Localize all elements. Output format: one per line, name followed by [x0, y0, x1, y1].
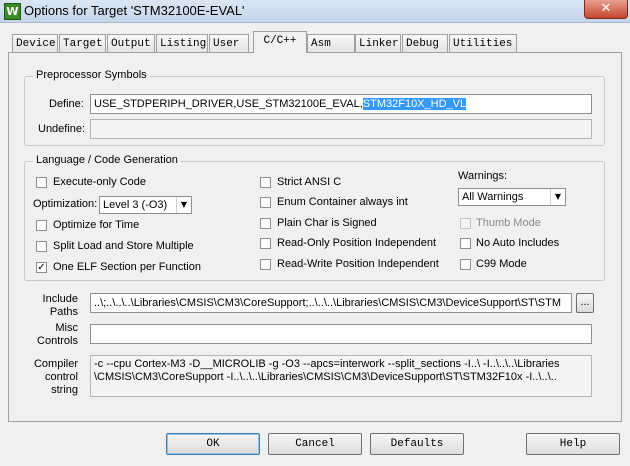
one-elf-checkbox[interactable]: ✓: [36, 262, 47, 273]
language-group-label: Language / Code Generation: [33, 154, 181, 166]
window-title: Options for Target 'STM32100E-EVAL': [24, 3, 245, 18]
tab-output[interactable]: Output: [107, 34, 155, 52]
rw-position-label: Read-Write Position Independent: [277, 258, 439, 270]
tab-user[interactable]: User: [209, 34, 249, 52]
ok-button[interactable]: OK: [166, 433, 260, 455]
optimization-label: Optimization:: [33, 198, 98, 210]
enum-container-label: Enum Container always int: [277, 196, 408, 208]
define-input[interactable]: USE_STDPERIPH_DRIVER,USE_STM32100E_EVAL,…: [90, 94, 592, 114]
no-auto-includes-checkbox[interactable]: [460, 238, 471, 249]
c99-mode-label: C99 Mode: [476, 258, 527, 270]
checkmark-icon: ✓: [37, 262, 46, 273]
warnings-label: Warnings:: [458, 170, 508, 182]
enum-container-checkbox[interactable]: [260, 197, 271, 208]
plain-char-label: Plain Char is Signed: [277, 217, 377, 229]
plain-char-checkbox[interactable]: [260, 218, 271, 229]
c99-mode-checkbox[interactable]: [460, 259, 471, 270]
chevron-down-icon: ▼: [176, 197, 191, 213]
execute-only-checkbox[interactable]: [36, 177, 47, 188]
help-button[interactable]: Help: [526, 433, 620, 455]
thumb-mode-label: Thumb Mode: [476, 217, 541, 229]
split-load-checkbox[interactable]: [36, 241, 47, 252]
optimization-value: Level 3 (-O3): [103, 199, 168, 211]
compiler-control-text[interactable]: -c --cpu Cortex-M3 -D__MICROLIB -g -O3 -…: [90, 355, 592, 397]
ro-position-label: Read-Only Position Independent: [277, 237, 436, 249]
strict-ansi-checkbox[interactable]: [260, 177, 271, 188]
optimize-time-checkbox[interactable]: [36, 220, 47, 231]
strict-ansi-label: Strict ANSI C: [277, 176, 342, 188]
preprocessor-group-label: Preprocessor Symbols: [33, 69, 150, 81]
define-value: USE_STDPERIPH_DRIVER,USE_STM32100E_EVAL,: [94, 98, 363, 110]
defaults-button[interactable]: Defaults: [370, 433, 464, 455]
misc-controls-label: Misc Controls: [37, 322, 78, 347]
tab-utilities[interactable]: Utilities: [449, 34, 517, 52]
include-paths-input[interactable]: ..\;..\..\..\Libraries\CMSIS\CM3\CoreSup…: [90, 293, 572, 313]
thumb-mode-checkbox[interactable]: [460, 218, 471, 229]
define-label: Define:: [49, 98, 84, 110]
tab-c-cpp[interactable]: C/C++: [253, 31, 307, 53]
browse-include-button[interactable]: ...: [576, 293, 594, 313]
execute-only-label: Execute-only Code: [53, 176, 146, 188]
tab-device[interactable]: Device: [12, 34, 58, 52]
ro-position-checkbox[interactable]: [260, 238, 271, 249]
close-button[interactable]: ✕: [584, 0, 628, 19]
tab-listing[interactable]: Listing: [156, 34, 208, 52]
optimize-time-label: Optimize for Time: [53, 219, 140, 231]
app-icon: W: [4, 3, 21, 20]
compiler-control-label: Compiler control string: [33, 358, 78, 396]
one-elf-label: One ELF Section per Function: [53, 261, 201, 273]
undefine-label: Undefine:: [38, 123, 86, 135]
tab-linker[interactable]: Linker: [355, 34, 401, 52]
split-load-label: Split Load and Store Multiple: [53, 240, 194, 252]
rw-position-checkbox[interactable]: [260, 259, 271, 270]
title-bar[interactable]: W Options for Target 'STM32100E-EVAL' ✕: [0, 0, 630, 23]
chevron-down-icon: ▼: [550, 189, 565, 205]
tab-debug[interactable]: Debug: [402, 34, 448, 52]
cancel-button[interactable]: Cancel: [268, 433, 362, 455]
misc-controls-input[interactable]: [90, 324, 592, 344]
no-auto-includes-label: No Auto Includes: [476, 237, 560, 249]
optimization-select[interactable]: Level 3 (-O3) ▼: [99, 196, 192, 214]
include-paths-label: Include Paths: [42, 293, 78, 318]
undefine-input[interactable]: [90, 119, 592, 139]
tab-target[interactable]: Target: [59, 34, 106, 52]
warnings-select[interactable]: All Warnings ▼: [458, 188, 566, 206]
tab-asm[interactable]: Asm: [307, 34, 355, 52]
warnings-value: All Warnings: [462, 191, 524, 203]
define-selected-text: STM32F10X_HD_VL: [362, 98, 467, 110]
